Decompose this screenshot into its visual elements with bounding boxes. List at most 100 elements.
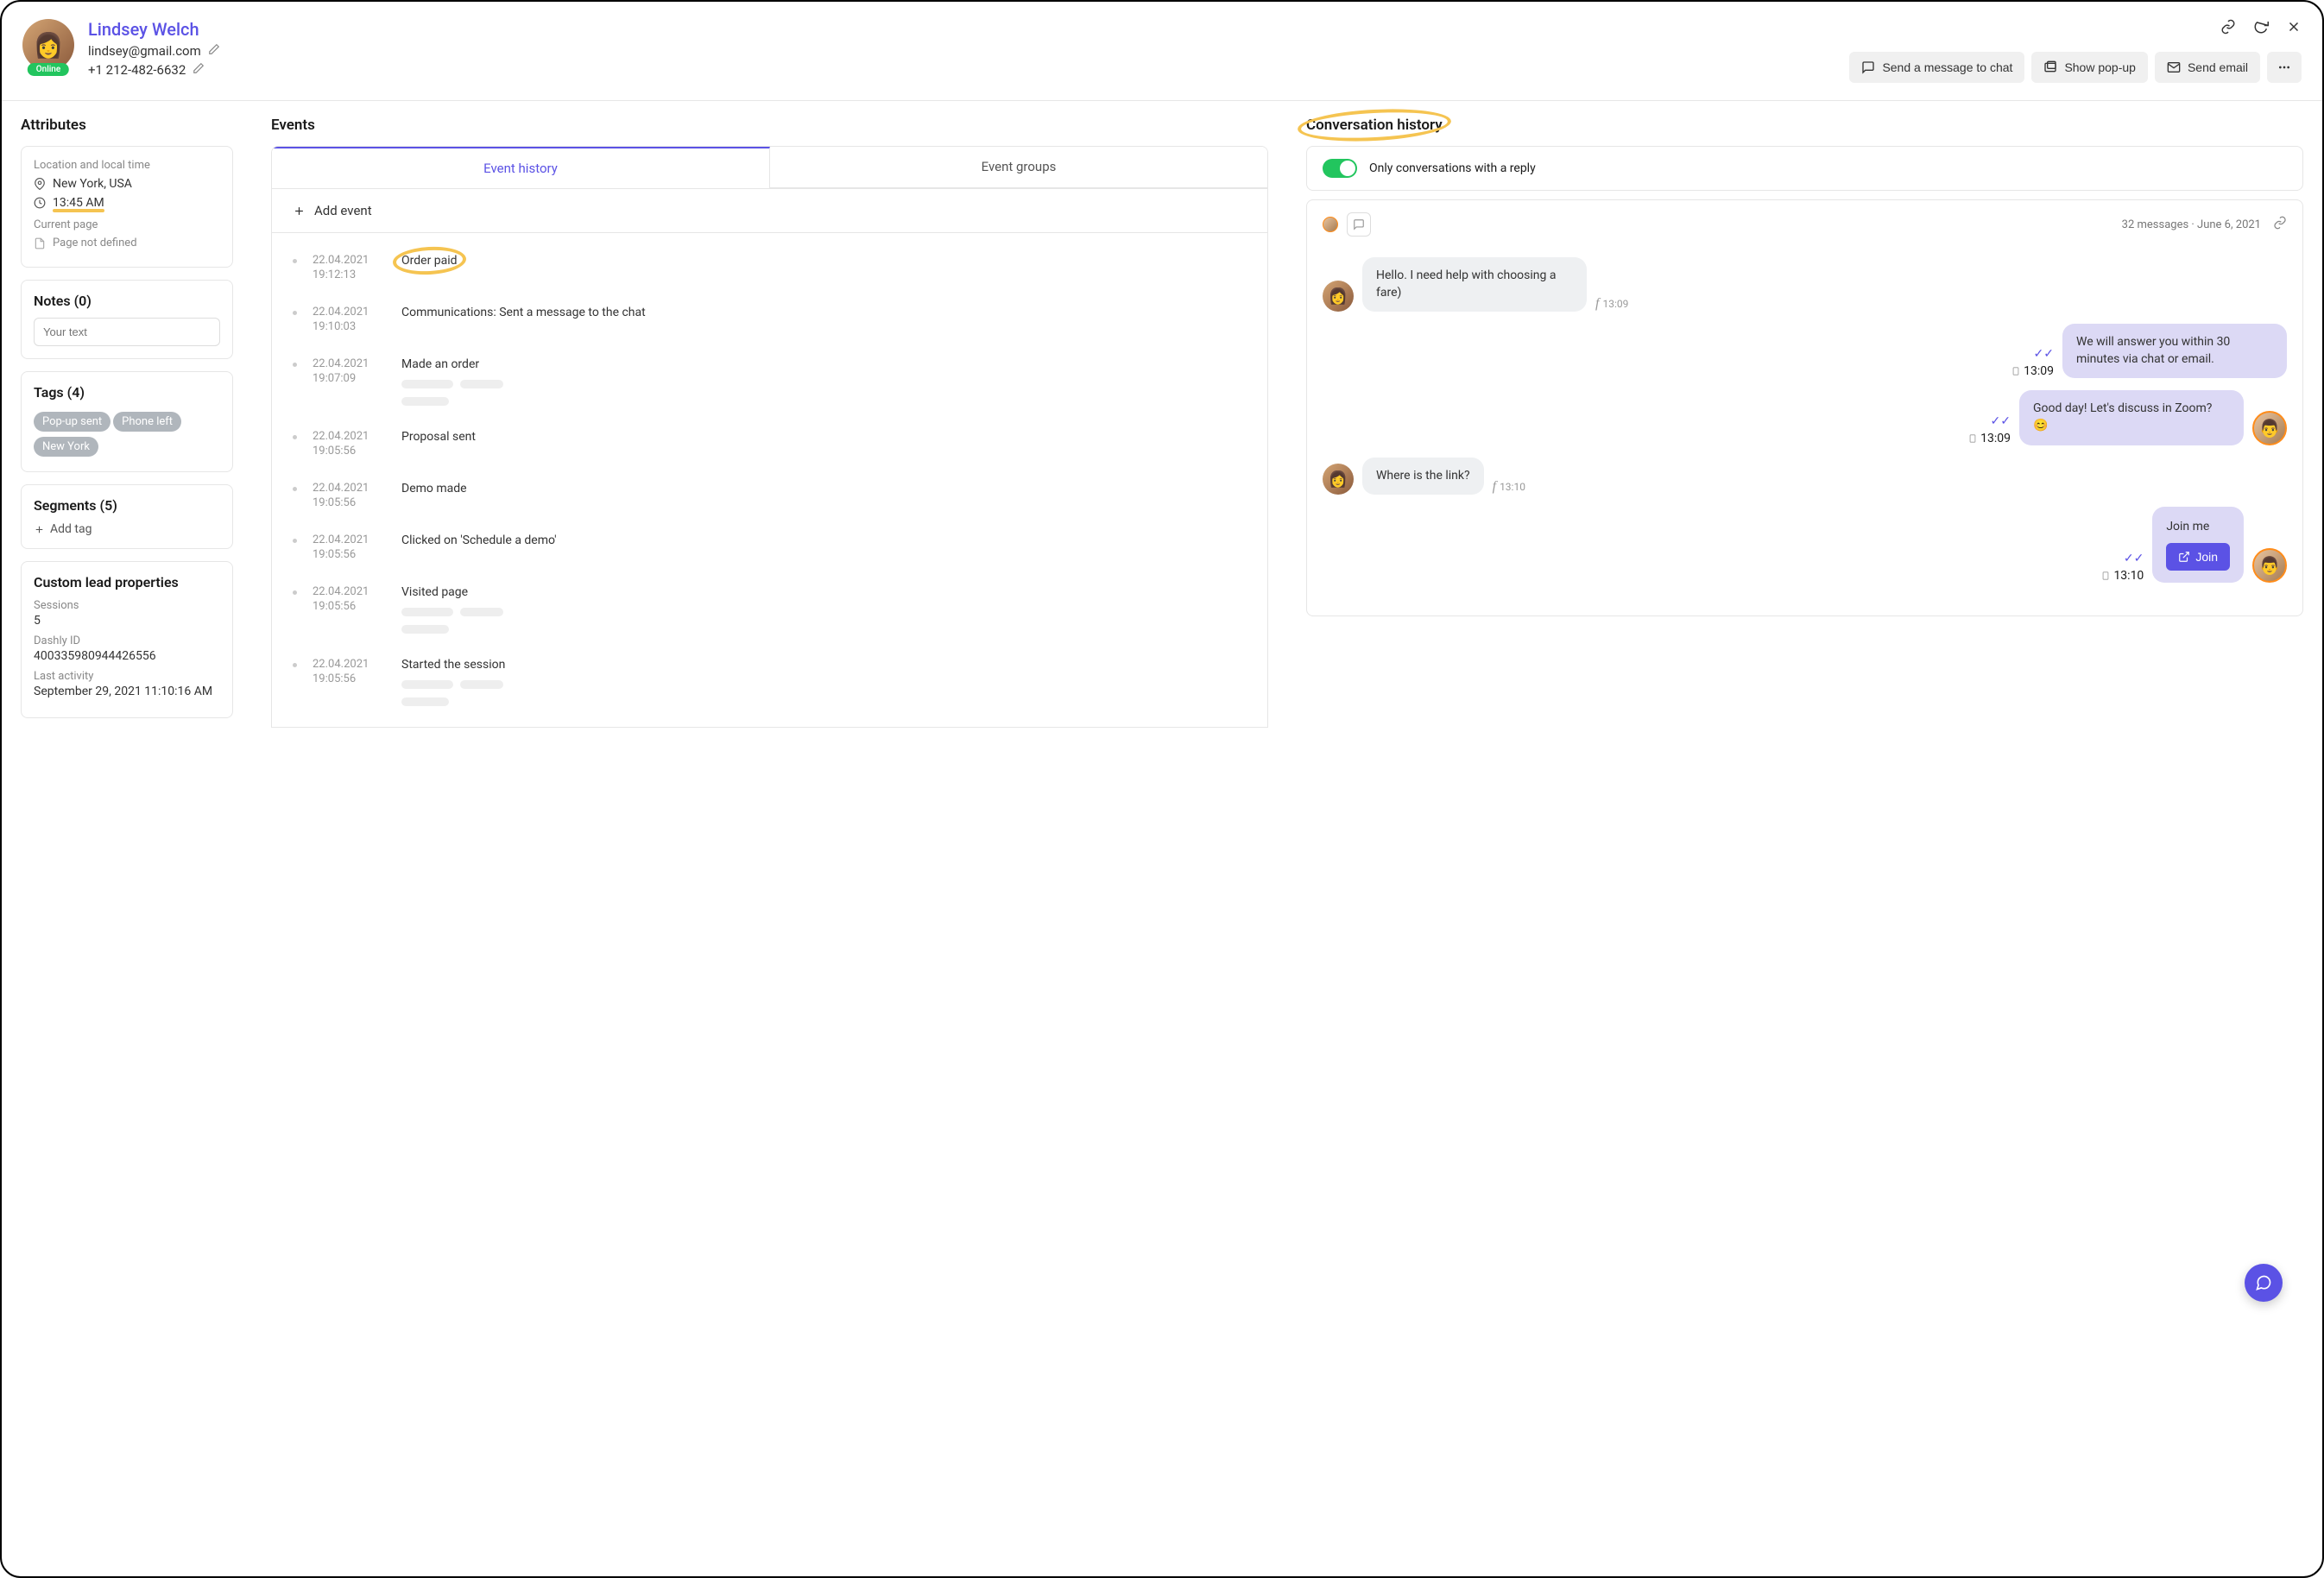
sessions-label: Sessions — [34, 599, 220, 612]
action-buttons: Send a message to chat Show pop-up Send … — [1849, 52, 2302, 83]
message-meta: f 13:09 — [1595, 296, 1628, 312]
message-row: ✓✓13:09We will answer you within 30 minu… — [1323, 324, 2287, 378]
join-button[interactable]: Join — [2166, 543, 2230, 571]
last-activity-label: Last activity — [34, 670, 220, 683]
location-value: New York, USA — [53, 177, 132, 191]
add-event-button[interactable]: Add event — [272, 189, 1267, 233]
profile-email-row: lindsey@gmail.com — [88, 43, 220, 59]
plus-icon — [34, 524, 45, 535]
header: 👩 Online Lindsey Welch lindsey@gmail.com… — [2, 2, 2322, 101]
customer-avatar: 👩 — [1323, 281, 1354, 312]
event-item: 22.04.202119:07:09 Made an order — [293, 345, 1247, 418]
customer-avatar: 👩 — [1323, 464, 1354, 495]
event-dot — [293, 259, 297, 263]
tag-item[interactable]: New York — [34, 437, 98, 457]
clock-icon — [34, 197, 46, 209]
send-chat-button[interactable]: Send a message to chat — [1849, 52, 2024, 83]
send-email-label: Send email — [2188, 60, 2248, 74]
event-date: 22.04.202119:10:03 — [313, 306, 386, 333]
chat-icon — [1861, 60, 1875, 74]
header-icons — [2220, 19, 2302, 38]
conversation-filter-card: Only conversations with a reply — [1306, 146, 2303, 191]
location-card: Location and local time New York, USA 13… — [21, 146, 233, 268]
tab-event-groups[interactable]: Event groups — [770, 147, 1267, 188]
events-column: Events Event history Event groups Add ev… — [252, 101, 1287, 746]
tag-item[interactable]: Phone left — [113, 412, 181, 432]
conversation-title: Conversation history — [1306, 117, 2303, 134]
event-content: Order paid — [401, 254, 1247, 281]
current-page-label: Current page — [34, 218, 220, 231]
show-popup-button[interactable]: Show pop-up — [2031, 52, 2148, 83]
tags-card: Tags (4) Pop-up sentPhone left New York — [21, 371, 233, 472]
event-item: 22.04.202119:05:56Proposal sent — [293, 418, 1247, 470]
events-body: Add event 22.04.202119:12:13Order paid22… — [271, 189, 1268, 728]
event-date: 22.04.202119:07:09 — [313, 357, 386, 406]
more-button[interactable] — [2267, 52, 2302, 83]
add-tag-button[interactable]: Add tag — [34, 522, 220, 536]
message-row: ✓✓13:10 Join me Join👨 — [1323, 507, 2287, 583]
event-content: Made an order — [401, 357, 1247, 406]
conversation-header: 32 messages · June 6, 2021 — [1323, 212, 2287, 237]
event-date: 22.04.202119:05:56 — [313, 430, 386, 458]
edit-email-icon[interactable] — [208, 43, 220, 59]
notes-input[interactable] — [34, 318, 220, 346]
refresh-icon[interactable] — [2253, 19, 2269, 38]
custom-props-card: Custom lead properties Sessions5 Dashly … — [21, 561, 233, 718]
segments-title: Segments (5) — [34, 497, 220, 514]
event-dot — [293, 363, 297, 367]
message-meta: f 13:10 — [1493, 479, 1525, 495]
event-date: 22.04.202119:05:56 — [313, 585, 386, 634]
message-bubble-out: Good day! Let's discuss in Zoom? 😊 — [2019, 390, 2244, 445]
custom-props-title: Custom lead properties — [34, 574, 220, 590]
message-row: 👩Hello. I need help with choosing a fare… — [1323, 257, 2287, 312]
plus-icon — [293, 205, 306, 218]
profile-phone: +1 212-482-6632 — [88, 62, 186, 78]
edit-phone-icon[interactable] — [193, 62, 205, 78]
reply-toggle[interactable] — [1323, 159, 1357, 178]
chat-fab[interactable] — [2245, 1264, 2283, 1302]
dashly-label: Dashly ID — [34, 634, 220, 647]
message-row: ✓✓13:09 Good day! Let's discuss in Zoom? … — [1323, 390, 2287, 445]
thread-link-icon[interactable] — [2273, 216, 2287, 233]
chat-bubble-icon — [2255, 1274, 2272, 1291]
attributes-column: Attributes Location and local time New Y… — [2, 101, 252, 746]
event-content: Started the session — [401, 658, 1247, 706]
tags-title: Tags (4) — [34, 384, 220, 401]
message-meta: ✓✓13:09 — [1968, 414, 2011, 445]
agent-avatar: 👨 — [2252, 411, 2287, 445]
event-list: 22.04.202119:12:13Order paid22.04.202119… — [272, 233, 1267, 727]
add-event-label: Add event — [314, 203, 372, 218]
close-icon[interactable] — [2286, 19, 2302, 38]
tag-item[interactable]: Pop-up sent — [34, 412, 111, 432]
app-frame: 👩 Online Lindsey Welch lindsey@gmail.com… — [0, 0, 2324, 1578]
time-row: 13:45 AM — [34, 196, 220, 210]
profile-email: lindsey@gmail.com — [88, 43, 201, 59]
send-email-button[interactable]: Send email — [2155, 52, 2260, 83]
pin-icon — [34, 178, 46, 190]
profile-info: Lindsey Welch lindsey@gmail.com +1 212-4… — [88, 19, 220, 78]
send-chat-label: Send a message to chat — [1882, 60, 2012, 74]
event-dot — [293, 487, 297, 491]
event-dot — [293, 311, 297, 315]
link-icon[interactable] — [2220, 19, 2236, 38]
chat-body: 👩Hello. I need help with choosing a fare… — [1323, 237, 2287, 603]
event-content: Clicked on 'Schedule a demo' — [401, 533, 1247, 561]
agent-avatar: 👨 — [2252, 548, 2287, 583]
popup-icon — [2043, 60, 2057, 74]
event-date: 22.04.202119:05:56 — [313, 658, 386, 706]
message-meta: ✓✓13:10 — [2101, 552, 2144, 583]
main-columns: Attributes Location and local time New Y… — [2, 101, 2322, 746]
events-tabs: Event history Event groups — [271, 146, 1268, 189]
conversation-summary: 32 messages · June 6, 2021 — [2122, 218, 2261, 231]
tab-event-history[interactable]: Event history — [272, 147, 770, 188]
message-bubble-out: Join me Join — [2152, 507, 2244, 583]
conversation-column: Conversation history Only conversations … — [1287, 101, 2322, 746]
status-badge: Online — [28, 63, 69, 76]
event-item: 22.04.202119:05:56Demo made — [293, 470, 1247, 521]
header-right: Send a message to chat Show pop-up Send … — [1849, 19, 2302, 83]
dashly-id-value: 400335980944426556 — [34, 649, 220, 663]
location-row: New York, USA — [34, 177, 220, 191]
event-dot — [293, 539, 297, 543]
profile-name[interactable]: Lindsey Welch — [88, 19, 220, 40]
profile-phone-row: +1 212-482-6632 — [88, 62, 220, 78]
